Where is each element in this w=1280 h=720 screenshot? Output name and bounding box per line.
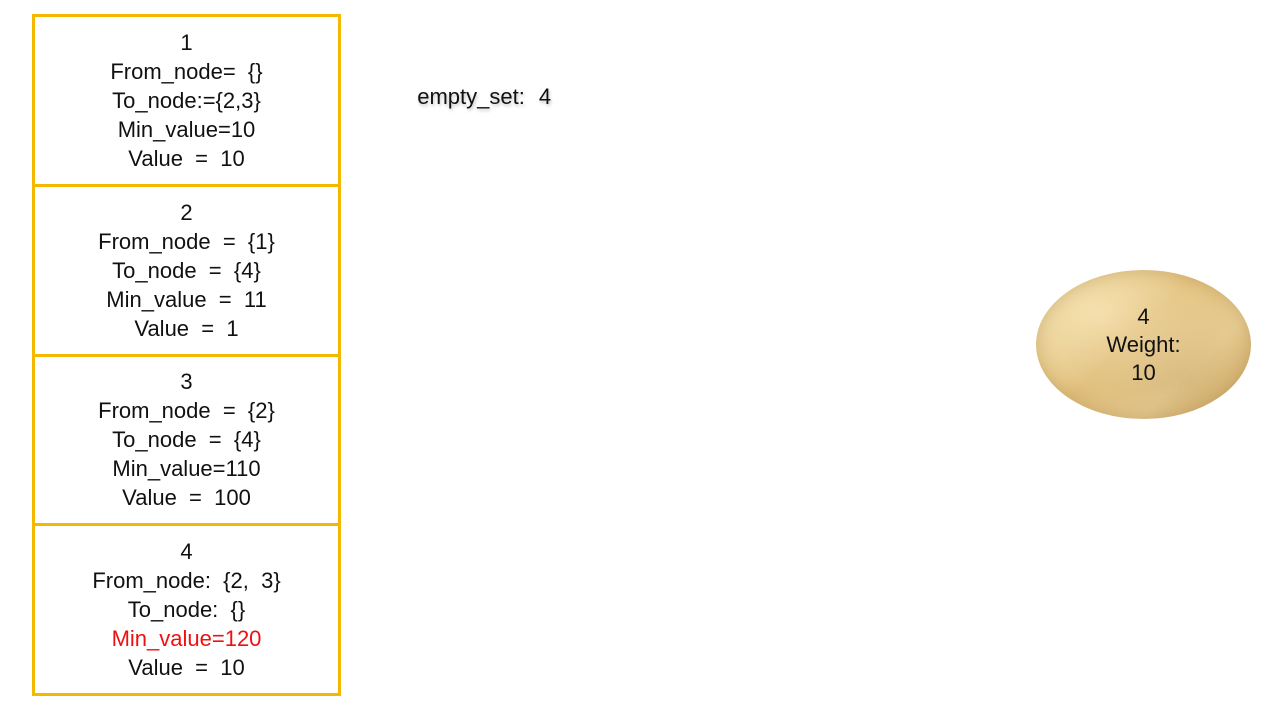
empty-set-label: empty_set: [417, 84, 525, 109]
node-from: From_node = {2} [98, 398, 275, 424]
node-card-2: 2 From_node = {1} To_node = {4} Min_valu… [35, 187, 338, 357]
node-id: 3 [180, 369, 193, 395]
node-min-value: Min_value=120 [111, 626, 262, 652]
node-min-value: Min_value=110 [112, 456, 261, 482]
node-card-4: 4 From_node: {2, 3} To_node: {} Min_valu… [35, 526, 338, 693]
node-value: Value = 1 [134, 315, 239, 341]
node-to: To_node: {} [127, 597, 246, 623]
node-to: To_node = {4} [112, 427, 261, 453]
node-id: 2 [180, 199, 193, 225]
current-node-ellipse: 4 Weight: 10 [1036, 270, 1251, 419]
node-from: From_node = {1} [98, 228, 275, 254]
node-value: Value = 10 [128, 655, 245, 681]
node-min-value: Min_value = 11 [106, 286, 267, 312]
node-stack: 1 From_node= {} To_node:={2,3} Min_value… [32, 14, 341, 696]
node-id: 4 [180, 539, 193, 565]
empty-set-readout: empty_set: 4 [405, 55, 551, 111]
node-to: To_node = {4} [112, 257, 261, 283]
node-id: 1 [180, 29, 193, 55]
node-value: Value = 10 [128, 145, 245, 171]
current-node-weight-value: 10 [1131, 359, 1156, 385]
node-card-3: 3 From_node = {2} To_node = {4} Min_valu… [35, 357, 338, 527]
node-min-value: Min_value=10 [117, 116, 256, 142]
node-to: To_node:={2,3} [112, 87, 261, 113]
node-from: From_node= {} [110, 58, 263, 84]
empty-set-value: 4 [538, 84, 552, 109]
node-value: Value = 100 [122, 485, 251, 511]
current-node-weight-label: Weight: [1106, 331, 1181, 357]
current-node-id: 4 [1137, 303, 1150, 329]
node-card-1: 1 From_node= {} To_node:={2,3} Min_value… [35, 17, 338, 187]
node-from: From_node: {2, 3} [92, 568, 281, 594]
